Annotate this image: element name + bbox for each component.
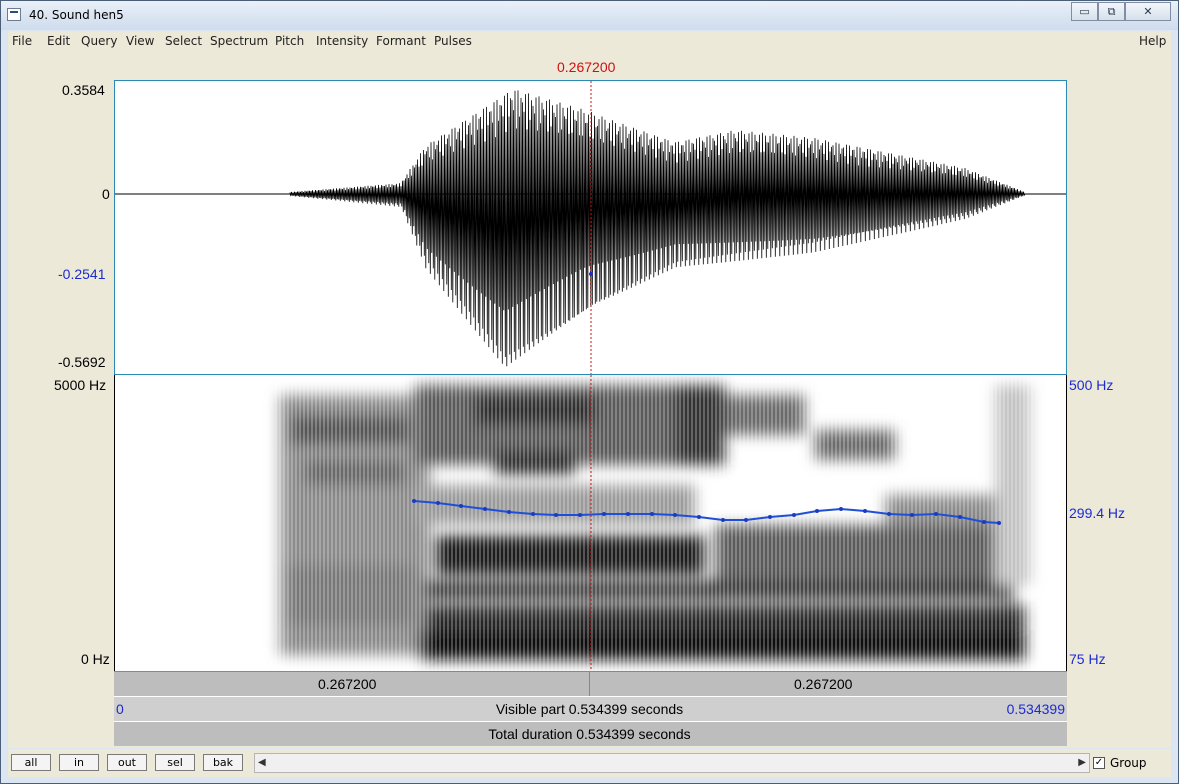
menu-bar: File Edit Query View Select Spectrum Pit… (8, 31, 1171, 51)
restore-button[interactable]: ⧉ (1098, 2, 1125, 21)
time-scrollbar[interactable]: ◀ ▶ (254, 753, 1090, 773)
pitch-point (507, 510, 511, 514)
group-checkbox[interactable]: ✓ (1093, 757, 1105, 769)
time-axis-bar[interactable]: 0.267200 0.267200 (114, 671, 1067, 696)
pitch-point (863, 509, 867, 513)
time-left-label: 0.267200 (318, 676, 377, 692)
time-right-label: 0.267200 (794, 676, 853, 692)
window-frame: 40. Sound hen5 ▭ ⧉ ✕ File Edit Query Vie… (0, 0, 1179, 784)
spectrogram-top-freq-label: 5000 Hz (54, 377, 107, 393)
pitch-point (602, 512, 606, 516)
praat-app-icon (7, 8, 21, 21)
window-title: 40. Sound hen5 (29, 8, 124, 22)
pitch-point (531, 512, 535, 516)
menu-spectrum[interactable]: Spectrum (210, 34, 268, 48)
pitch-point (744, 518, 748, 522)
menu-view[interactable]: View (126, 34, 154, 48)
pitch-point (721, 518, 725, 522)
out-button[interactable]: out (107, 754, 147, 771)
pitch-point (673, 513, 677, 517)
pitch-point (626, 512, 630, 516)
menu-intensity[interactable]: Intensity (316, 34, 368, 48)
visible-part-bar[interactable]: 0 Visible part 0.534399 seconds 0.534399 (114, 696, 1067, 721)
wave-min-label: -0.5692 (58, 354, 106, 370)
menu-pitch[interactable]: Pitch (275, 34, 304, 48)
scroll-right-icon[interactable]: ▶ (1078, 757, 1086, 768)
in-button[interactable]: in (59, 754, 99, 771)
title-bar: 40. Sound hen5 ▭ ⧉ ✕ (1, 1, 1178, 30)
scroll-left-icon[interactable]: ◀ (258, 757, 266, 768)
pitch-point (459, 504, 463, 508)
cursor-divider (589, 672, 590, 696)
total-duration-bar[interactable]: Total duration 0.534399 seconds (114, 721, 1067, 746)
pitch-point (958, 515, 962, 519)
pitch-point (815, 509, 819, 513)
pitch-bottom-label: 75 Hz (1069, 651, 1106, 667)
spectrogram-plot (275, 375, 1035, 671)
wave-zero-label: 0 (102, 186, 110, 202)
waveform-trace (115, 90, 1066, 367)
waveform-plot (115, 81, 1066, 374)
pitch-point (887, 512, 891, 516)
menu-edit[interactable]: Edit (47, 34, 70, 48)
all-button[interactable]: all (11, 754, 51, 771)
pitch-point (412, 499, 416, 503)
group-label: Group (1110, 756, 1147, 770)
menu-pulses[interactable]: Pulses (434, 34, 472, 48)
pitch-top-label: 500 Hz (1069, 377, 1114, 393)
spectrogram-panel[interactable] (114, 375, 1067, 671)
pitch-point (578, 513, 582, 517)
waveform-panel[interactable] (114, 80, 1067, 375)
menu-file[interactable]: File (12, 34, 32, 48)
pitch-point (839, 507, 843, 511)
minimize-button[interactable]: ▭ (1071, 2, 1098, 21)
menu-formant[interactable]: Formant (376, 34, 426, 48)
sel-button[interactable]: sel (155, 754, 195, 771)
total-duration-label: Total duration 0.534399 seconds (488, 726, 691, 742)
visible-end-label: 0.534399 (1006, 701, 1065, 717)
pitch-point (483, 507, 487, 511)
bak-button[interactable]: bak (203, 754, 243, 771)
pitch-point (910, 513, 914, 517)
close-button[interactable]: ✕ (1125, 2, 1171, 21)
pitch-point (650, 512, 654, 516)
menu-select[interactable]: Select (165, 34, 202, 48)
pitch-point (934, 512, 938, 516)
cursor-time-label: 0.267200 (557, 59, 616, 75)
pitch-point (792, 513, 796, 517)
pitch-cursor-label: 299.4 Hz (1069, 505, 1126, 521)
pitch-point (697, 515, 701, 519)
wave-cursor-value-label: -0.2541 (58, 266, 106, 282)
pitch-point (554, 513, 558, 517)
bottom-bar: all in out sel bak ◀ ▶ ✓ Group (8, 749, 1171, 777)
pitch-point (436, 501, 440, 505)
pitch-point (768, 515, 772, 519)
spectrogram-bottom-freq-label: 0 Hz (81, 651, 110, 667)
wave-max-label: 0.3584 (62, 82, 105, 98)
pitch-point (997, 521, 1001, 525)
menu-help[interactable]: Help (1139, 34, 1166, 48)
menu-query[interactable]: Query (81, 34, 117, 48)
pitch-point (982, 520, 986, 524)
visible-part-label: Visible part 0.534399 seconds (495, 701, 684, 717)
